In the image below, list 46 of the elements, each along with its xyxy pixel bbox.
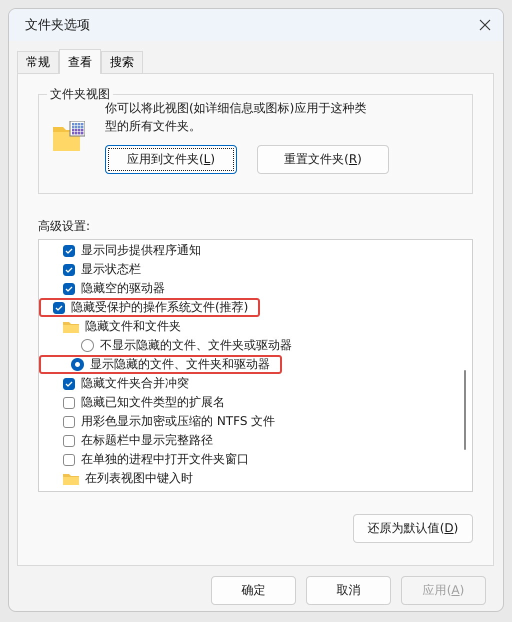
check-icon	[65, 248, 73, 254]
window-title: 文件夹选项	[25, 17, 90, 34]
option-label: 显示隐藏的文件、文件夹和驱动器	[90, 356, 270, 373]
option-label: 隐藏已知文件类型的扩展名	[81, 394, 225, 411]
tab[interactable]: 常规	[17, 51, 59, 73]
checkbox[interactable]	[63, 378, 75, 390]
check-icon	[65, 286, 73, 292]
description-text: 你可以将此视图(如详细信息或图标)应用于这种类型的所有文件夹。	[105, 100, 368, 135]
option-label: 显示状态栏	[81, 261, 141, 278]
option-label: 隐藏文件夹合并冲突	[81, 375, 189, 392]
tab[interactable]: 查看	[59, 49, 101, 74]
dialog-button[interactable]: 确定	[211, 576, 296, 605]
checkbox[interactable]	[53, 302, 65, 314]
option-label: 在列表视图中键入时	[85, 470, 193, 487]
close-icon	[479, 19, 491, 31]
radio-button[interactable]	[71, 358, 84, 371]
scrollbar-thumb[interactable]	[464, 370, 466, 450]
option-label: 在单独的进程中打开文件夹窗口	[81, 451, 249, 468]
folder-view-button[interactable]: 应用到文件夹(L)	[105, 145, 237, 174]
tab[interactable]: 搜索	[101, 51, 143, 73]
checkbox[interactable]	[63, 416, 75, 428]
checkbox[interactable]	[63, 454, 75, 466]
checkbox[interactable]	[63, 396, 75, 408]
check-icon	[65, 380, 73, 386]
dialog-button[interactable]: 取消	[306, 576, 391, 605]
check-icon	[55, 304, 63, 310]
option-label: 隐藏空的驱动器	[81, 280, 165, 297]
option-label: 用彩色显示加密或压缩的 NTFS 文件	[81, 413, 276, 430]
section-label: 高级设置:	[38, 218, 92, 235]
check-icon	[65, 266, 73, 272]
folder-icon	[53, 121, 85, 151]
checkbox[interactable]	[63, 264, 75, 276]
option-label: 隐藏受保护的操作系统文件(推荐)	[71, 299, 248, 316]
restore-defaults-button[interactable]: 还原为默认值(D)	[353, 514, 473, 543]
folder-icon	[63, 320, 79, 332]
option-label: 显示同步提供程序通知	[81, 242, 201, 259]
checkbox[interactable]	[63, 244, 75, 256]
radio-button[interactable]	[81, 339, 94, 352]
checkbox[interactable]	[63, 282, 75, 294]
checkbox[interactable]	[63, 434, 75, 446]
option-label: 不显示隐藏的文件、文件夹或驱动器	[100, 337, 292, 354]
option-label: 隐藏文件和文件夹	[85, 318, 181, 335]
option-label: 在标题栏中显示完整路径	[81, 432, 213, 449]
folder-icon	[63, 472, 79, 484]
group-title: 文件夹视图	[49, 86, 111, 102]
folder-view-button[interactable]: 重置文件夹(R)	[257, 145, 389, 174]
